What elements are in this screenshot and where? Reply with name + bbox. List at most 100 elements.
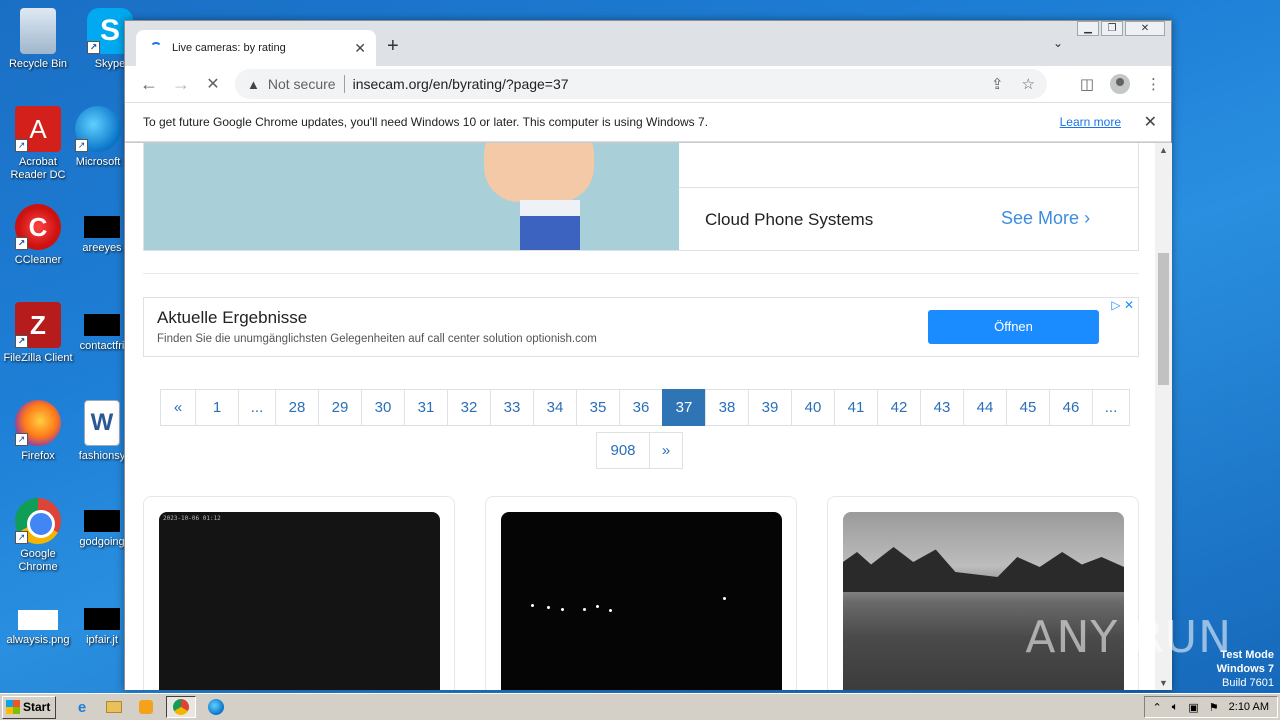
action-center-flag-icon[interactable]: ⚑ (1209, 701, 1219, 714)
url-text[interactable]: insecam.org/en/byrating/?page=37 (353, 76, 569, 92)
camera-thumbnail[interactable] (501, 512, 782, 690)
page-link[interactable]: 34 (533, 389, 577, 426)
page-viewport: Cloud Phone Systems See More › Aktuelle … (125, 143, 1155, 690)
ad-description: Finden Sie die unumgänglichsten Gelegenh… (157, 333, 597, 345)
learn-more-link[interactable]: Learn more (1060, 115, 1121, 129)
tab-close-icon[interactable]: ✕ (354, 40, 366, 57)
ad-image (144, 143, 679, 250)
stop-loading-button[interactable]: ✕ (197, 74, 229, 94)
page-link[interactable]: » (649, 432, 683, 469)
ad-banner-ergebnisse[interactable]: Aktuelle Ergebnisse Finden Sie die unumg… (143, 297, 1139, 357)
image-file-icon (18, 610, 58, 630)
desktop-icon-label: godgoing (79, 536, 125, 548)
camera-thumbnail[interactable] (843, 512, 1124, 690)
shortcut-arrow-icon: ↗ (15, 335, 28, 348)
more-menu-icon[interactable]: ⋮ (1146, 75, 1161, 93)
page-link[interactable]: 38 (705, 389, 749, 426)
page-link[interactable]: 45 (1006, 389, 1050, 426)
page-link[interactable]: 42 (877, 389, 921, 426)
system-tray: ⌃ 🔈︎ ▣ ⚑ 2:10 AM (1143, 696, 1278, 718)
clock[interactable]: 2:10 AM (1229, 701, 1269, 713)
back-button[interactable]: ← (133, 74, 165, 95)
page-link[interactable]: 28 (275, 389, 319, 426)
page-link[interactable]: 41 (834, 389, 878, 426)
scroll-down-icon[interactable]: ▼ (1159, 678, 1168, 688)
infobar-close-icon[interactable]: ✕ (1144, 112, 1157, 132)
warning-icon[interactable]: ▲ (247, 77, 260, 92)
page-link[interactable]: 39 (748, 389, 792, 426)
security-label[interactable]: Not secure (268, 76, 336, 92)
edge-icon (208, 699, 224, 715)
taskbar-chrome-button[interactable] (166, 696, 196, 718)
tab-title: Live cameras: by rating (172, 42, 286, 54)
taskbar-edge-button[interactable] (204, 696, 228, 718)
bookmark-star-icon[interactable]: ☆ (1022, 75, 1035, 93)
chrome-window: ▁ ❐ ✕ Live cameras: by rating ✕ + ⌄ ← → … (124, 20, 1172, 690)
page-link[interactable]: 29 (318, 389, 362, 426)
volume-icon[interactable]: 🔈︎ (1172, 701, 1179, 714)
page-link[interactable]: « (160, 389, 196, 426)
page-scrollbar[interactable]: ▲ ▼ (1155, 143, 1172, 690)
camera-thumbnail[interactable]: 2023-10-06 01:12 (159, 512, 440, 690)
taskbar-media-button[interactable] (134, 696, 158, 718)
page-link[interactable]: 908 (596, 432, 650, 469)
page-link[interactable]: ... (238, 389, 276, 426)
desktop-icon-label: FileZilla Client (3, 352, 73, 364)
ad-headline[interactable]: Aktuelle Ergebnisse (157, 308, 307, 328)
file-icon (84, 608, 120, 630)
ad-title[interactable]: Cloud Phone Systems (705, 210, 873, 230)
page-link[interactable]: 35 (576, 389, 620, 426)
light-dot (531, 604, 534, 607)
shortcut-arrow-icon: ↗ (75, 139, 88, 152)
tab-search-chevron-icon[interactable]: ⌄ (1053, 36, 1063, 50)
ad-banner-cloud-phone[interactable]: Cloud Phone Systems See More › (143, 143, 1139, 251)
profile-avatar-icon[interactable] (1110, 74, 1130, 94)
file-icon (84, 216, 120, 238)
desktop-icon-label: Skype (94, 58, 126, 70)
page-link[interactable]: 32 (447, 389, 491, 426)
page-link[interactable]: 46 (1049, 389, 1093, 426)
taskbar-ie-button[interactable]: e (70, 696, 94, 718)
tray-expand-icon[interactable]: ⌃ (1153, 701, 1162, 714)
camera-card[interactable]: 2023-10-06 01:12 (143, 496, 455, 690)
folder-icon (106, 701, 122, 713)
light-dot (547, 606, 550, 609)
page-link[interactable]: 30 (361, 389, 405, 426)
page-link[interactable]: 33 (490, 389, 534, 426)
page-link[interactable]: 31 (404, 389, 448, 426)
ad-open-button[interactable]: Öffnen (928, 310, 1099, 344)
windows-flag-icon (6, 700, 20, 714)
new-tab-button[interactable]: + (387, 35, 399, 58)
shortcut-arrow-icon: ↗ (15, 433, 28, 446)
camera-card[interactable] (485, 496, 797, 690)
share-icon[interactable]: ⇪ (991, 75, 1004, 93)
network-icon[interactable]: ▣ (1188, 701, 1198, 714)
page-link[interactable]: 40 (791, 389, 835, 426)
address-bar[interactable]: ▲ Not secure insecam.org/en/byrating/?pa… (235, 69, 1047, 99)
taskbar-explorer-button[interactable] (102, 696, 126, 718)
taskbar: Start e ⌃ 🔈︎ ▣ ⚑ 2:10 AM (0, 693, 1280, 720)
page-link[interactable]: ... (1092, 389, 1130, 426)
page-link[interactable]: 1 (195, 389, 239, 426)
scroll-up-icon[interactable]: ▲ (1159, 145, 1168, 155)
cuff-illustration (520, 200, 580, 216)
desktop-icon-label: Firefox (21, 450, 55, 462)
scroll-thumb[interactable] (1158, 253, 1169, 385)
light-dot (583, 608, 586, 611)
omnibox-actions: ⇪ ☆ (991, 75, 1035, 93)
page-link[interactable]: 36 (619, 389, 663, 426)
page-link[interactable]: 44 (963, 389, 1007, 426)
desktop-icon-label: Acrobat Reader DC (10, 156, 66, 181)
page-link[interactable]: 43 (920, 389, 964, 426)
desktop-icon-recycle-bin[interactable]: Recycle Bin (0, 8, 76, 71)
desktop-icon-label: fashionsy (78, 450, 126, 462)
side-panel-icon[interactable]: ◫ (1080, 75, 1094, 93)
tab-live-cameras[interactable]: Live cameras: by rating ✕ (136, 30, 376, 66)
shortcut-arrow-icon: ↗ (87, 41, 100, 54)
page-link[interactable]: 37 (662, 389, 706, 426)
adchoices-icon[interactable]: ▷ ✕ (1111, 298, 1134, 312)
start-button[interactable]: Start (2, 695, 56, 719)
chrome-icon: ↗ (15, 498, 61, 544)
forward-button[interactable]: → (165, 74, 197, 95)
see-more-link[interactable]: See More › (1001, 208, 1090, 229)
